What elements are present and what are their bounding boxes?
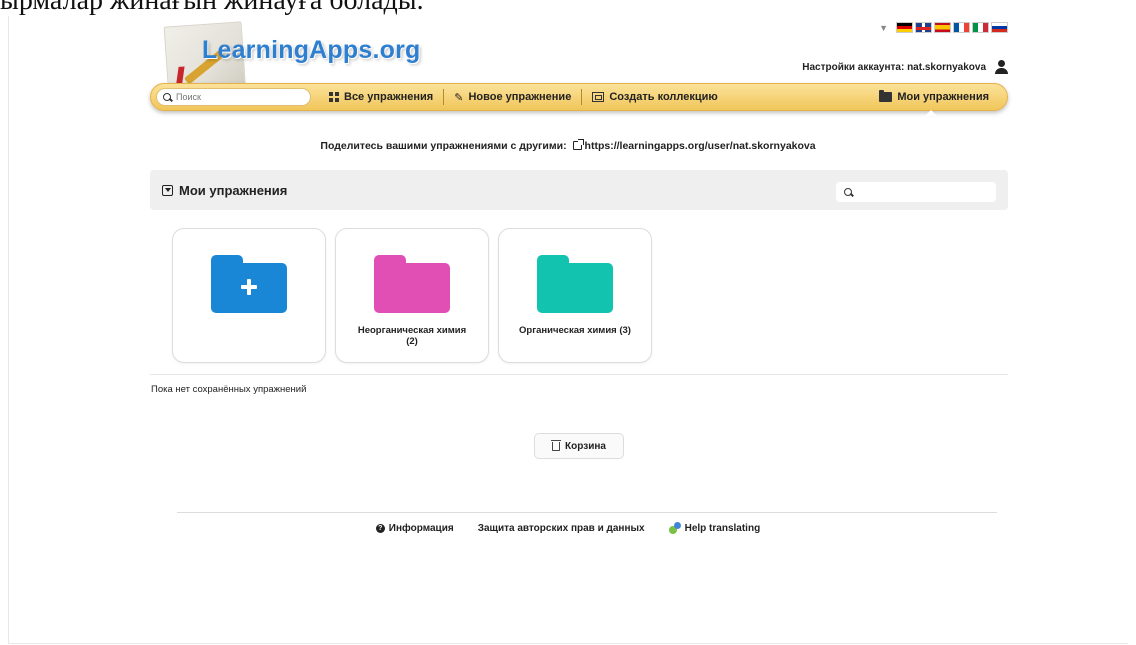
nav-all-exercises[interactable]: Все упражнения <box>319 91 443 103</box>
my-exercises-section-header: Мои упражнения <box>150 170 1008 210</box>
info-icon: ? <box>375 523 385 533</box>
collection-icon <box>592 92 605 102</box>
collapse-icon[interactable] <box>162 184 173 196</box>
trash-icon <box>551 439 562 451</box>
ru-flag-icon[interactable] <box>991 22 1008 33</box>
nav-create-collection[interactable]: Создать коллекцию <box>582 91 727 103</box>
it-flag-icon[interactable] <box>972 22 989 33</box>
folder-icon <box>374 255 450 313</box>
nav-new-exercise[interactable]: ✎ Новое упражнение <box>444 91 581 104</box>
folder-list: Неорганическая химия (2) Органическая хи… <box>172 228 652 363</box>
empty-exercises-note: Пока нет сохранённых упражнений <box>151 384 307 395</box>
active-tab-pointer <box>925 110 937 116</box>
folder-icon <box>537 255 613 313</box>
section-search-input[interactable] <box>859 186 989 198</box>
footer-copyright-link[interactable]: Защита авторских прав и данных <box>478 522 645 534</box>
divider <box>150 374 1008 375</box>
folder-label: Органическая химия (3) <box>519 325 631 336</box>
footer-info-link[interactable]: ? Информация <box>375 522 454 534</box>
add-folder-icon <box>211 255 287 313</box>
share-line: Поделитесь вашими упражнениями с другими… <box>0 139 1136 152</box>
folder-card[interactable]: Неорганическая химия (2) <box>335 228 489 363</box>
main-navbar: Все упражнения ✎ Новое упражнение Создат… <box>150 83 1008 116</box>
caret-down-icon[interactable]: ▼ <box>879 23 888 33</box>
fr-flag-icon[interactable] <box>953 22 970 33</box>
account-label[interactable]: Настройки аккаунта: nat.skornyakova <box>802 62 986 73</box>
account-settings-link[interactable]: Настройки аккаунта: nat.skornyakova <box>802 60 1008 74</box>
nav-new-exercise-label: Новое упражнение <box>468 91 572 103</box>
folder-open-icon <box>879 90 893 102</box>
de-flag-icon[interactable] <box>896 22 913 33</box>
share-url[interactable]: https://learningapps.org/user/nat.skorny… <box>585 140 816 152</box>
nav-my-exercises-label: Мои упражнения <box>897 91 989 103</box>
pencil-icon: ✎ <box>454 91 464 104</box>
logo-text: LearningApps.org <box>202 36 421 64</box>
new-folder-card[interactable] <box>172 228 326 363</box>
trash-label: Корзина <box>565 440 606 452</box>
user-icon[interactable] <box>994 60 1008 74</box>
trash-button[interactable]: Корзина <box>534 433 624 459</box>
footer-divider <box>177 512 997 513</box>
share-label: Поделитесь вашими упражнениями с другими… <box>320 140 567 152</box>
folder-card[interactable]: Органическая химия (3) <box>498 228 652 363</box>
nav-create-collection-label: Создать коллекцию <box>609 91 718 103</box>
footer-copyright-label: Защита авторских прав и данных <box>477 522 645 534</box>
gb-flag-icon[interactable] <box>915 22 932 33</box>
footer-help-translating-label: Help translating <box>684 522 761 534</box>
footer-info-label: Информация <box>388 522 454 534</box>
document-text-fragment: ырмалар жинағын жинауға болады. <box>0 0 424 16</box>
language-selector[interactable]: ▼ <box>879 22 1008 33</box>
es-flag-icon[interactable] <box>934 22 951 33</box>
translate-icon <box>668 522 681 534</box>
section-search[interactable] <box>836 182 996 202</box>
search-icon <box>844 187 853 197</box>
section-title[interactable]: Мои упражнения <box>162 183 287 198</box>
footer-help-translating-link[interactable]: Help translating <box>668 522 761 534</box>
search-input[interactable] <box>176 92 296 102</box>
nav-all-exercises-label: Все упражнения <box>344 91 434 103</box>
external-link-icon <box>572 139 584 150</box>
grid-icon <box>329 92 339 102</box>
section-title-label: Мои упражнения <box>179 182 288 198</box>
search-icon <box>163 92 172 102</box>
search-box[interactable] <box>156 88 311 106</box>
nav-my-exercises[interactable]: Мои упражнения <box>869 90 999 103</box>
footer: ? Информация Защита авторских прав и дан… <box>0 522 1136 534</box>
folder-label: Неорганическая химия (2) <box>357 325 467 347</box>
